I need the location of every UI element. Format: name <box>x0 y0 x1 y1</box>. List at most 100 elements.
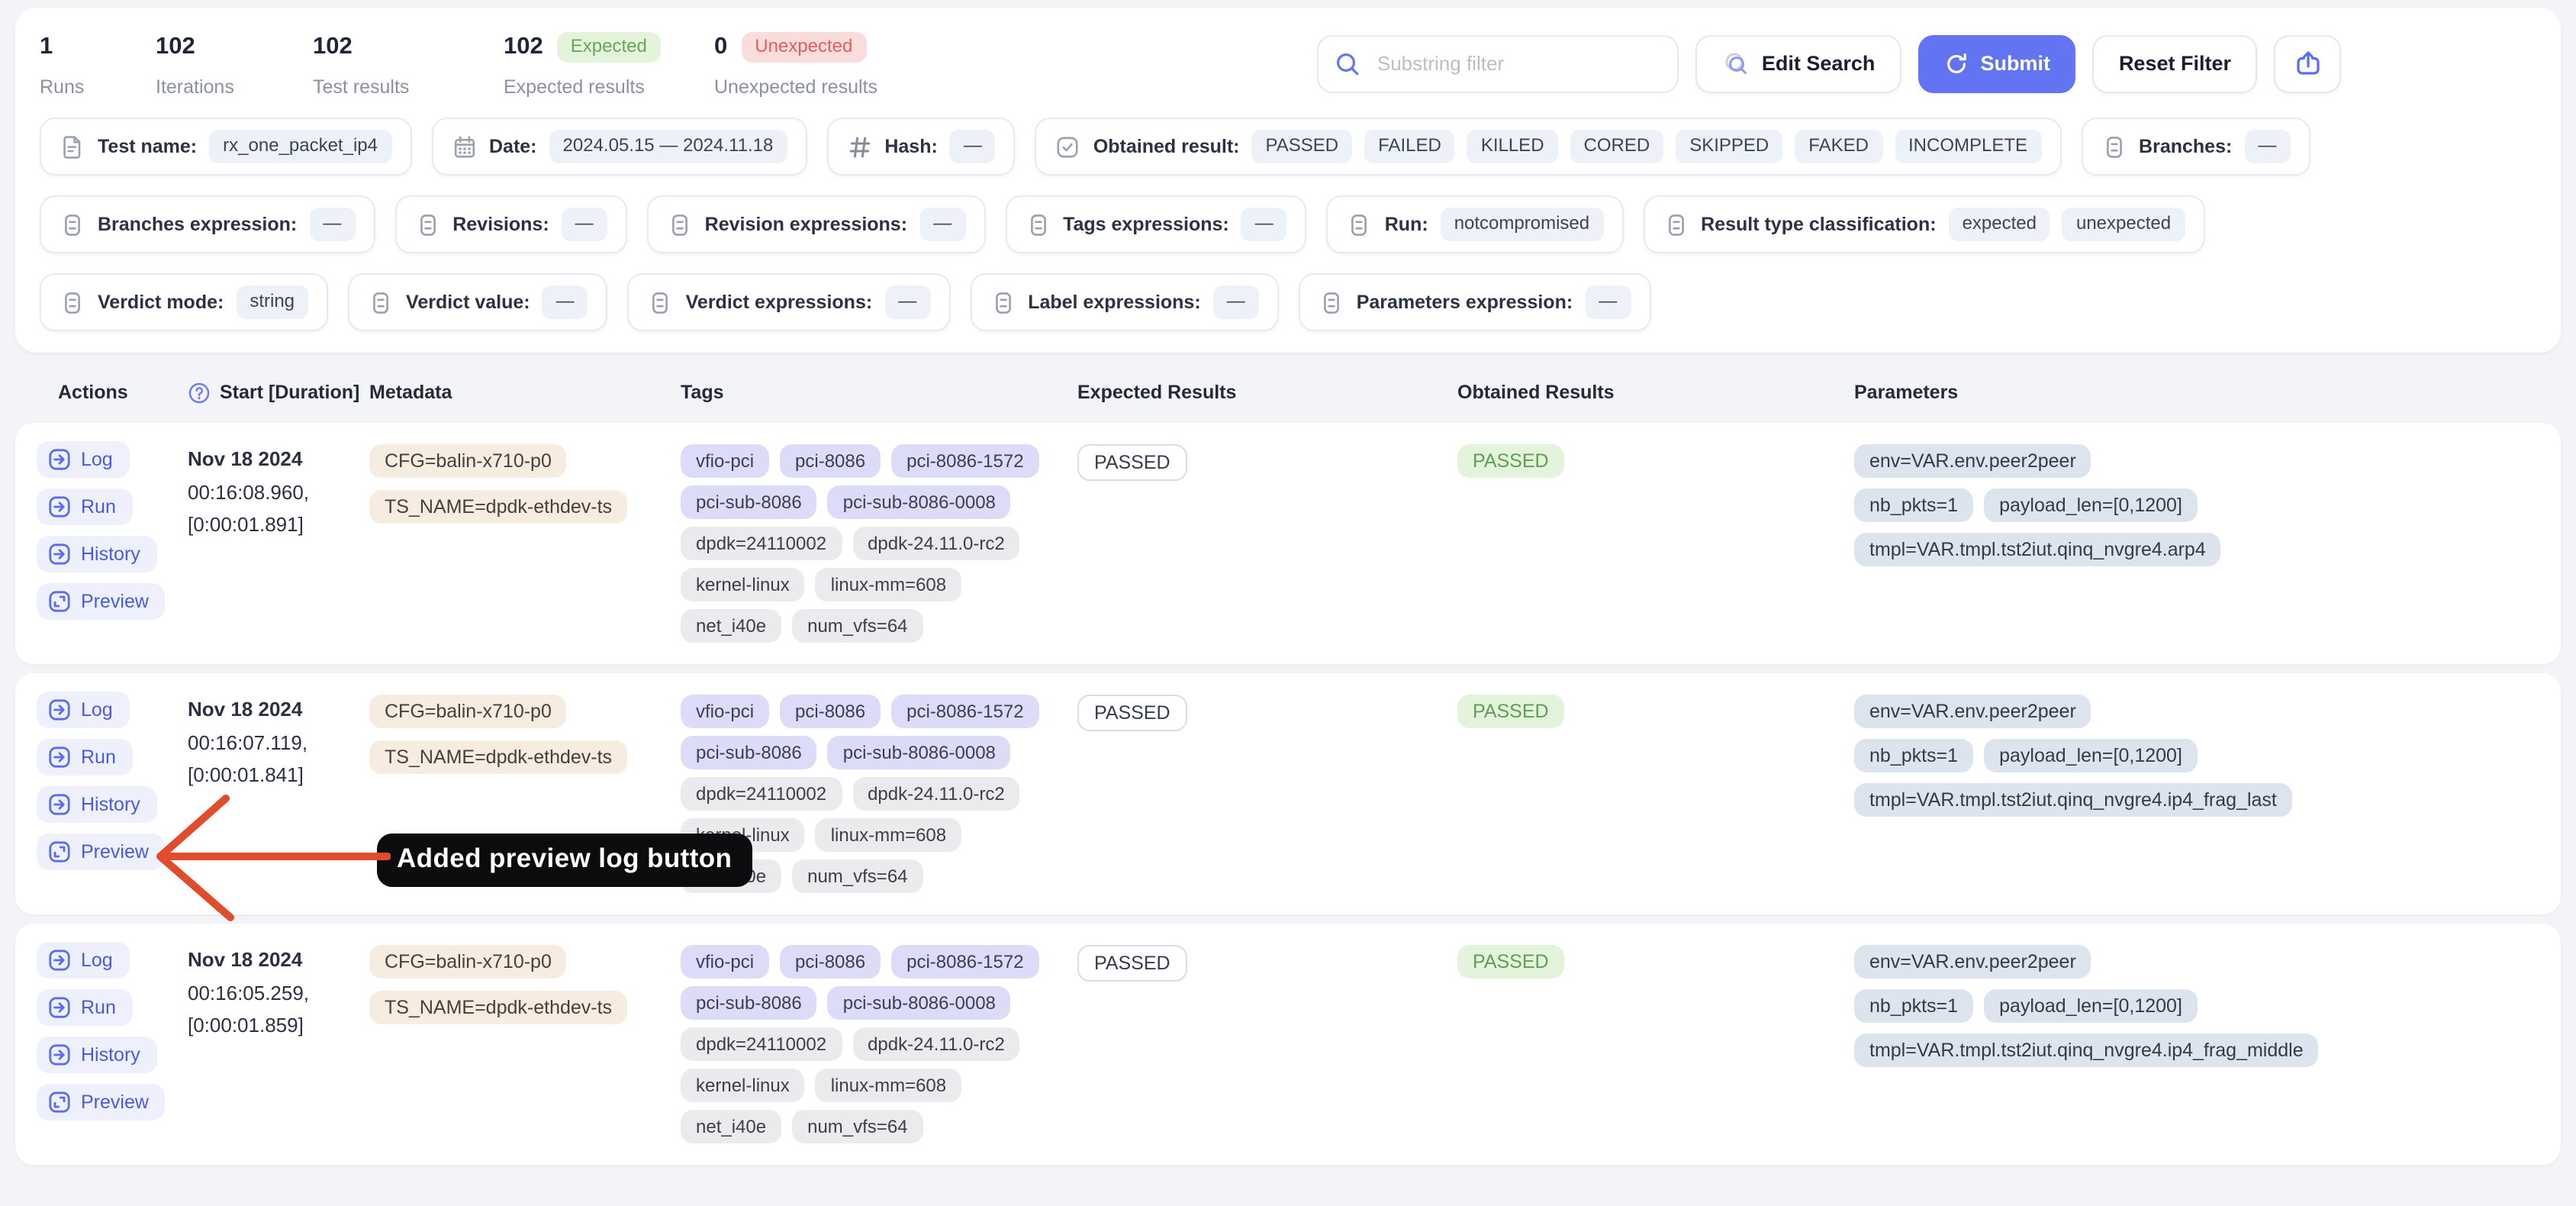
stat-label: Expected results <box>504 76 714 98</box>
stats-bar: 1 Runs 102 Iterations 102 Test results 1… <box>40 29 877 98</box>
action-label: Run <box>81 496 116 518</box>
filter-chip[interactable]: Verdict expressions: — <box>628 273 951 331</box>
filter-chip[interactable]: Branches: — <box>2081 118 2310 176</box>
filter-chip[interactable]: Revisions: — <box>394 195 626 253</box>
list-icon <box>1025 211 1051 237</box>
filter-value[interactable]: — <box>884 286 930 318</box>
expected-result-chip: PASSED <box>1077 444 1187 481</box>
filter-value[interactable]: unexpected <box>2062 208 2185 240</box>
tag-line: vfio-pcipci-8086pci-8086-1572 <box>681 945 1077 979</box>
action-log-button[interactable]: Log <box>37 942 130 979</box>
tag-chip: dpdk-24.11.0-rc2 <box>852 1027 1020 1061</box>
obtained-result-chip: PASSED <box>1457 444 1564 478</box>
filter-value[interactable]: — <box>1241 208 1287 240</box>
filter-value[interactable]: — <box>950 131 996 163</box>
tag-chip: pci-8086 <box>780 444 881 478</box>
action-history-button[interactable]: History <box>37 1037 157 1073</box>
obtained-result-chip: PASSED <box>1457 695 1564 728</box>
filter-chip[interactable]: Revision expressions: — <box>647 195 985 253</box>
filter-value[interactable]: rx_one_packet_ip4 <box>209 131 391 163</box>
filter-value[interactable]: — <box>543 286 588 318</box>
stat: 102 Expected Expected results <box>504 29 714 98</box>
list-icon <box>60 289 85 315</box>
row-duration: [0:00:01.891] <box>188 508 369 541</box>
action-label: Log <box>81 449 113 470</box>
filter-chip[interactable]: Obtained result: PASSEDFAILEDKILLEDCORED… <box>1035 118 2061 176</box>
tag-line: pci-sub-8086pci-sub-8086-0008 <box>681 736 1077 769</box>
filter-value[interactable]: string <box>236 286 308 318</box>
column-header-label: Actions <box>58 382 128 403</box>
action-log-button[interactable]: Log <box>37 692 130 728</box>
filter-chip-label: Parameters expression: <box>1357 292 1573 313</box>
row-start-duration: Nov 18 2024 00:16:05.259, [0:00:01.859] <box>188 942 369 1042</box>
row-time: 00:16:05.259, <box>188 976 369 1009</box>
filter-chip[interactable]: Label expressions: — <box>970 273 1279 331</box>
row-actions: Log Run History Preview <box>15 942 188 1121</box>
filter-value[interactable]: — <box>1585 286 1631 318</box>
list-icon <box>990 289 1016 315</box>
filter-value[interactable]: — <box>919 208 965 240</box>
filter-value[interactable]: notcompromised <box>1441 208 1603 240</box>
filter-chip[interactable]: Hash: — <box>826 118 1015 176</box>
action-preview-button[interactable]: Preview <box>37 583 166 620</box>
filter-value[interactable]: FAKED <box>1795 131 1882 163</box>
obtained-result-chip: PASSED <box>1457 945 1564 979</box>
filter-value[interactable]: — <box>309 208 355 240</box>
tag-chip: pci-8086 <box>780 945 881 979</box>
filter-value[interactable]: 2024.05.15 — 2024.11.18 <box>549 131 787 163</box>
parameter-line: env=VAR.env.peer2peer <box>1854 444 2536 478</box>
action-history-button[interactable]: History <box>37 786 157 823</box>
parameter-chip: nb_pkts=1 <box>1854 989 1973 1023</box>
filter-value[interactable]: KILLED <box>1467 131 1558 163</box>
filter-chip[interactable]: Verdict mode: string <box>40 273 328 331</box>
reset-filter-button[interactable]: Reset Filter <box>2093 34 2257 92</box>
page: 1 Runs 102 Iterations 102 Test results 1… <box>0 8 2576 1206</box>
filter-value[interactable]: CORED <box>1570 131 1664 163</box>
column-header-label: Start [Duration] <box>220 382 359 403</box>
search-input[interactable] <box>1318 34 1679 92</box>
row-parameters: env=VAR.env.peer2peernb_pkts=1payload_le… <box>1854 942 2561 1067</box>
list-icon <box>2101 134 2127 160</box>
edit-search-button[interactable]: Edit Search <box>1696 34 1901 92</box>
action-run-button[interactable]: Run <box>37 989 133 1026</box>
row-time: 00:16:08.960, <box>188 476 369 508</box>
expected-result-chip: PASSED <box>1077 945 1187 982</box>
filter-chip[interactable]: Verdict value: — <box>348 273 608 331</box>
row-parameters: env=VAR.env.peer2peernb_pkts=1payload_le… <box>1854 692 2561 817</box>
filter-value[interactable]: PASSED <box>1252 131 1353 163</box>
tag-chip: pci-sub-8086 <box>681 736 817 769</box>
tag-chip: dpdk-24.11.0-rc2 <box>852 777 1020 811</box>
column-header: Tags <box>681 382 1077 403</box>
filter-value[interactable]: — <box>1213 286 1259 318</box>
edit-search-label: Edit Search <box>1762 52 1876 75</box>
action-label: Preview <box>81 1092 149 1113</box>
filter-chip[interactable]: Run: notcompromised <box>1327 195 1623 253</box>
action-preview-button[interactable]: Preview <box>37 1084 166 1121</box>
filter-value[interactable]: — <box>562 208 607 240</box>
filter-value[interactable]: expected <box>1949 208 2050 240</box>
filter-chip[interactable]: Result type classification: expectedunex… <box>1643 195 2204 253</box>
filter-chip[interactable]: Branches expression: — <box>40 195 375 253</box>
row-expected-results: PASSED <box>1077 692 1457 731</box>
stat-value: 102 <box>156 34 195 61</box>
filter-chip[interactable]: Parameters expression: — <box>1299 273 1651 331</box>
action-log-button[interactable]: Log <box>37 441 130 478</box>
filter-value[interactable]: INCOMPLETE <box>1895 131 2041 163</box>
action-history-button[interactable]: History <box>37 536 157 572</box>
parameter-chip: tmpl=VAR.tmpl.tst2iut.qinq_nvgre4.arp4 <box>1854 533 2221 566</box>
filter-chip[interactable]: Tags expressions: — <box>1005 195 1307 253</box>
action-label: Log <box>81 699 113 721</box>
submit-button[interactable]: Submit <box>1918 34 2076 92</box>
filter-value[interactable]: FAILED <box>1364 131 1455 163</box>
parameter-chip: env=VAR.env.peer2peer <box>1854 444 2091 478</box>
share-button[interactable] <box>2274 34 2341 92</box>
filter-chip[interactable]: Test name: rx_one_packet_ip4 <box>40 118 411 176</box>
hash-icon <box>846 134 872 160</box>
filter-chip[interactable]: Date: 2024.05.15 — 2024.11.18 <box>431 118 807 176</box>
filter-value[interactable]: — <box>2244 131 2290 163</box>
filter-chip-label: Verdict expressions: <box>686 292 873 313</box>
action-run-button[interactable]: Run <box>37 489 133 525</box>
annotation-arrow-icon <box>147 788 391 933</box>
action-run-button[interactable]: Run <box>37 739 133 776</box>
filter-value[interactable]: SKIPPED <box>1676 131 1782 163</box>
